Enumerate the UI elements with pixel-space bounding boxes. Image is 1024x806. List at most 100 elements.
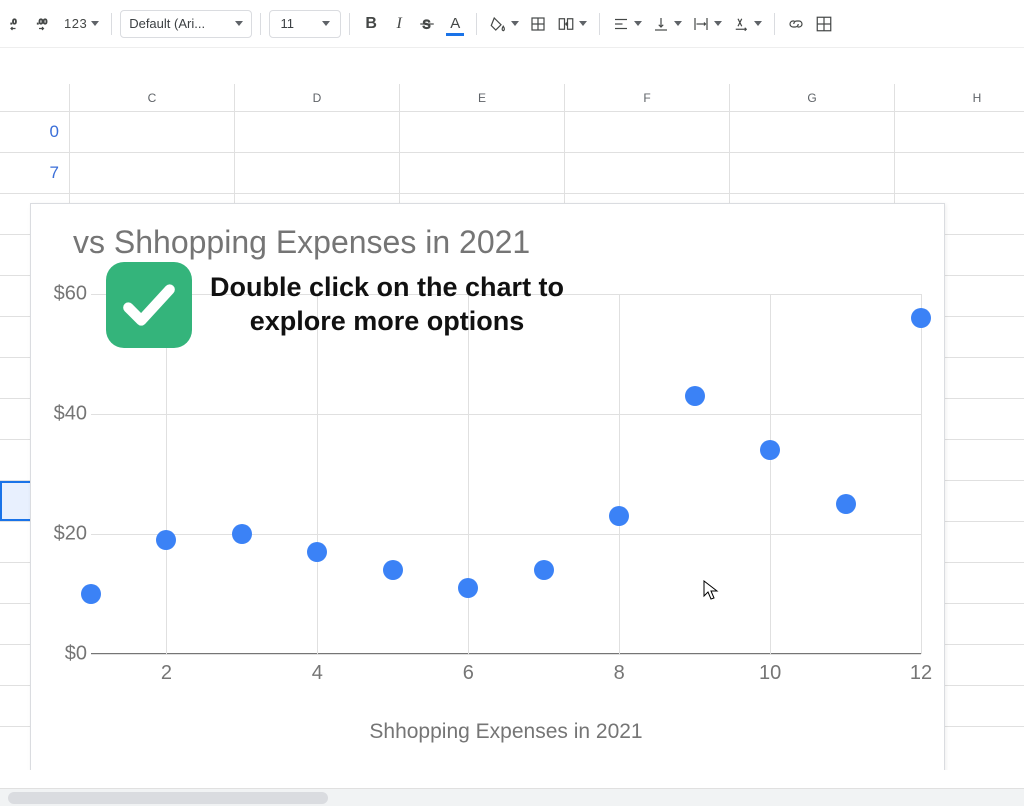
toolbar-separator — [476, 13, 477, 35]
column-header[interactable]: D — [235, 84, 400, 112]
cell[interactable] — [400, 153, 565, 193]
insert-chart-button[interactable] — [811, 10, 837, 38]
merge-cells-button[interactable] — [553, 10, 591, 38]
text-color-icon: A — [450, 15, 460, 32]
toolbar-separator — [111, 13, 112, 35]
format-as-number-button[interactable]: 123 — [60, 10, 103, 38]
bold-button[interactable]: B — [358, 10, 384, 38]
fill-color-button[interactable] — [485, 10, 523, 38]
svg-text:.0: .0 — [10, 17, 16, 26]
chevron-down-icon — [754, 21, 762, 26]
toolbar-separator — [349, 13, 350, 35]
gridline-horizontal — [91, 534, 921, 535]
x-tick-label: 10 — [759, 662, 781, 685]
text-color-swatch — [446, 33, 464, 36]
decrease-decimal-button[interactable]: .0 — [4, 10, 30, 38]
column-headers: C D E F G H — [0, 84, 1024, 112]
chevron-down-icon — [579, 21, 587, 26]
scatter-point — [232, 524, 252, 544]
gridline-vertical — [770, 294, 771, 654]
cell[interactable] — [235, 112, 400, 152]
font-size-label: 11 — [280, 16, 294, 31]
horizontal-align-button[interactable] — [608, 10, 646, 38]
column-header-b-fragment[interactable] — [0, 84, 70, 112]
cell[interactable] — [895, 153, 1024, 193]
cell[interactable]: 0 — [0, 112, 70, 152]
checkmark-icon — [106, 262, 192, 348]
toolbar-separator — [774, 13, 775, 35]
y-tick-label: $40 — [54, 403, 87, 426]
x-axis-title: Shhopping Expenses in 2021 — [369, 720, 642, 744]
text-rotation-button[interactable] — [728, 10, 766, 38]
scatter-point — [685, 386, 705, 406]
scatter-point — [534, 560, 554, 580]
toolbar-separator — [260, 13, 261, 35]
x-tick-label: 4 — [312, 662, 323, 685]
toolbar-separator — [599, 13, 600, 35]
cell[interactable] — [70, 112, 235, 152]
grid-row[interactable]: 7 — [0, 153, 1024, 194]
hint-line: Double click on the chart to — [210, 271, 564, 305]
strikethrough-button[interactable]: S — [414, 10, 440, 38]
column-header[interactable]: G — [730, 84, 895, 112]
scatter-point — [458, 578, 478, 598]
cell[interactable] — [895, 112, 1024, 152]
spreadsheet-grid[interactable]: C D E F G H 0 7 4 1 3 4 6 vs Shhopping E… — [0, 48, 1024, 770]
text-wrap-button[interactable] — [688, 10, 726, 38]
borders-button[interactable] — [525, 10, 551, 38]
svg-text:.00: .00 — [37, 17, 47, 26]
font-family-select[interactable]: Default (Ari... — [120, 10, 252, 38]
chevron-down-icon — [322, 21, 330, 26]
horizontal-scrollbar[interactable] — [0, 788, 1024, 806]
column-header[interactable]: H — [895, 84, 1024, 112]
hint-text: Double click on the chart to explore mor… — [210, 271, 564, 339]
scrollbar-thumb[interactable] — [8, 792, 328, 804]
scatter-point — [760, 440, 780, 460]
italic-button[interactable]: I — [386, 10, 412, 38]
font-size-select[interactable]: 11 — [269, 10, 341, 38]
scatter-point — [81, 584, 101, 604]
chevron-down-icon — [674, 21, 682, 26]
increase-decimal-button[interactable]: .00 — [32, 10, 58, 38]
chevron-down-icon — [511, 21, 519, 26]
vertical-align-button[interactable] — [648, 10, 686, 38]
chevron-down-icon — [235, 21, 243, 26]
gridline-horizontal — [91, 654, 921, 655]
format-number-label: 123 — [64, 16, 87, 31]
scatter-point — [836, 494, 856, 514]
gridline-vertical — [166, 294, 167, 654]
column-header[interactable]: F — [565, 84, 730, 112]
scatter-point — [307, 542, 327, 562]
cell[interactable] — [730, 112, 895, 152]
cell[interactable] — [70, 153, 235, 193]
cell[interactable] — [565, 153, 730, 193]
cell[interactable] — [235, 153, 400, 193]
y-tick-label: $0 — [65, 643, 87, 666]
scatter-point — [911, 308, 931, 328]
scatter-point — [383, 560, 403, 580]
gridline-vertical — [619, 294, 620, 654]
y-tick-label: $60 — [54, 283, 87, 306]
text-color-button[interactable]: A — [442, 10, 468, 38]
x-tick-label: 2 — [161, 662, 172, 685]
cell[interactable]: 7 — [0, 153, 70, 193]
insert-link-button[interactable] — [783, 10, 809, 38]
x-tick-label: 8 — [614, 662, 625, 685]
cell[interactable] — [400, 112, 565, 152]
cell[interactable] — [730, 153, 895, 193]
cell[interactable] — [565, 112, 730, 152]
formatting-toolbar: .0 .00 123 Default (Ari... 11 B I S A — [0, 0, 1024, 48]
chart-plot-area: Shhopping Expenses in 2021 $0$20$40$6024… — [91, 294, 921, 654]
gridline-vertical — [317, 294, 318, 654]
column-header[interactable]: E — [400, 84, 565, 112]
chevron-down-icon — [634, 21, 642, 26]
scatter-point — [609, 506, 629, 526]
grid-row[interactable]: 0 — [0, 112, 1024, 153]
y-tick-label: $20 — [54, 523, 87, 546]
font-family-label: Default (Ari... — [129, 16, 205, 31]
gridline-horizontal — [91, 414, 921, 415]
gridline-vertical — [468, 294, 469, 654]
column-header[interactable]: C — [70, 84, 235, 112]
chevron-down-icon — [91, 21, 99, 26]
gridline-vertical — [921, 294, 922, 654]
